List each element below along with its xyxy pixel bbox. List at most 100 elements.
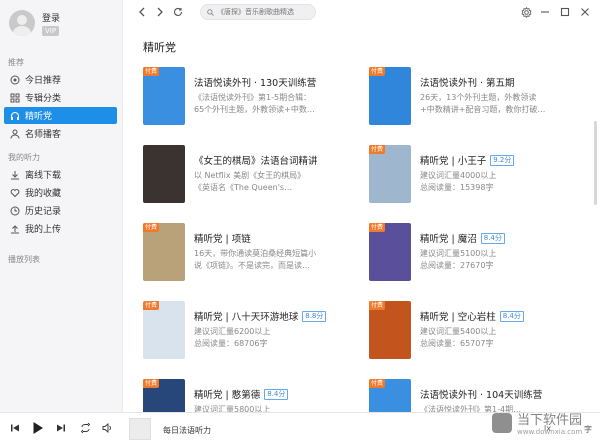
album-cover[interactable]: 付费 (143, 379, 185, 412)
sidebar-item-download[interactable]: 离线下载 (4, 166, 117, 183)
section-my-listening: 我的听力 (8, 153, 40, 162)
album-cover[interactable]: 付费 (369, 67, 411, 125)
refresh-icon (174, 7, 183, 16)
sidebar-item-categories[interactable]: 专辑分类 (4, 89, 117, 106)
prev-button[interactable] (10, 423, 20, 433)
sidebar-item-label: 离线下载 (25, 171, 62, 181)
album-cover[interactable]: 付费 (369, 145, 411, 203)
album-card[interactable]: 付费 精听党 | 空心岩柱 8.4分 建议词汇量5400以上 总阅读量：65707字 (369, 301, 589, 363)
album-description: 以 Netflix 美剧《女王的棋局》 《英语名《The Queen's… (194, 171, 306, 192)
album-title-row[interactable]: 法语悦读外刊 · 第五期 (420, 75, 515, 89)
album-description: 26天，13个外刊主题，外教领读 +中数精讲+配音习题，教你打破… (420, 93, 546, 114)
play-icon (33, 422, 43, 434)
album-title[interactable]: 精听党 | 八十天环游地球 (194, 309, 298, 323)
album-title[interactable]: 精听党 | 憨第德 (194, 387, 260, 401)
loop-icon (80, 423, 91, 433)
avatar[interactable] (9, 10, 35, 36)
paid-tag: 付费 (143, 301, 160, 310)
search-box[interactable] (200, 4, 316, 20)
sidebar-item-label: 历史记录 (25, 207, 62, 217)
album-title[interactable]: 《女王的棋局》法语台词精讲 (194, 153, 318, 167)
upload-icon (9, 223, 20, 234)
login-label[interactable]: 登录 (42, 11, 60, 24)
album-cover[interactable]: 付费 (143, 223, 185, 281)
forward-button[interactable] (153, 5, 167, 19)
watermark-logo (492, 412, 512, 433)
album-cover[interactable]: 付费 (369, 379, 411, 412)
volume-icon (102, 423, 111, 433)
album-title[interactable]: 精听党 | 魔沼 (420, 231, 477, 245)
album-cover[interactable]: 付费 (143, 67, 185, 125)
download-icon (9, 169, 20, 180)
scrollbar[interactable] (594, 121, 597, 205)
sidebar-item-label: 名师播客 (25, 130, 62, 140)
album-card[interactable]: 付费精听党 | 憨第德 8.4分建议词汇量5800以上 总阅读量 (143, 379, 363, 412)
album-title-row[interactable]: 精听党 | 八十天环游地球 8.8分 (194, 309, 327, 323)
sidebar-item-jingtingdang[interactable]: 精听党 (4, 107, 117, 124)
album-title-row[interactable]: 法语悦读外刊 · 130天训练营 (194, 75, 316, 89)
sidebar-item-history[interactable]: 历史记录 (4, 202, 117, 219)
album-title[interactable]: 法语悦读外刊 · 第五期 (420, 75, 515, 89)
sidebar-item-label: 今日推荐 (25, 76, 62, 86)
search-icon (207, 8, 214, 16)
album-card[interactable]: 付费 精听党 | 八十天环游地球 8.8分 建议词汇量6200以上 总阅读量：6870… (143, 301, 363, 363)
sidebar-item-today[interactable]: 今日推荐 (4, 71, 117, 88)
album-cover[interactable]: 付费 (369, 223, 411, 281)
loop-button[interactable] (80, 423, 91, 433)
album-title-row[interactable]: 精听党 | 小王子 9.2分 (420, 153, 515, 167)
minimize-button[interactable] (538, 5, 552, 19)
main-content: 精听党 付费 法语悦读外刊 · 130天训练营 《法语悦读外刊》第1-5期合辑： 6… (123, 26, 600, 412)
album-title-row[interactable]: 法语悦读外刊 · 104天训练营 (420, 387, 542, 401)
album-title[interactable]: 法语悦读外刊 · 130天训练营 (194, 75, 316, 89)
rating-badge: 8.8分 (302, 310, 327, 322)
paid-tag: 付费 (369, 223, 386, 232)
album-title-row[interactable]: 精听党 | 空心岩柱 8.4分 (420, 309, 524, 323)
maximize-icon (560, 7, 570, 17)
album-title-row[interactable]: 精听党 | 憨第德 8.4分 (194, 387, 289, 401)
now-playing-cover[interactable] (129, 418, 151, 440)
sidebar-item-favorites[interactable]: 我的收藏 (4, 184, 117, 201)
album-card[interactable]: 付费 精听党 | 小王子 9.2分建议词汇量4000以上 总阅读量：15398字 (369, 145, 589, 207)
close-button[interactable] (578, 5, 592, 19)
album-title[interactable]: 精听党 | 小王子 (420, 153, 486, 167)
section-playlist: 播放列表 (8, 255, 40, 264)
album-cover[interactable]: 付费 (143, 301, 185, 359)
chevron-left-icon (139, 7, 145, 17)
album-card[interactable]: 付费 法语悦读外刊 · 第五期 26天，13个外刊主题，外教领读 +中数精讲+配音习… (369, 67, 589, 129)
play-button[interactable] (32, 421, 44, 435)
user-login[interactable]: 登录 VIP (9, 10, 60, 36)
sidebar-item-label: 我的收藏 (25, 189, 62, 199)
grid-icon (9, 92, 20, 103)
album-cover[interactable] (143, 145, 185, 203)
now-playing-title[interactable]: 每日法语听力 (163, 425, 211, 436)
chevron-right-icon (157, 7, 163, 17)
album-title[interactable]: 精听党 | 空心岩柱 (420, 309, 496, 323)
album-card[interactable]: 付费 精听党 | 魔沼 8.4分 建议词汇量5100以上 总阅读量：27670字 (369, 223, 589, 285)
search-input[interactable] (217, 8, 313, 16)
settings-button[interactable] (519, 5, 533, 19)
sidebar-item-podcast[interactable]: 名师播客 (4, 125, 117, 142)
watermark-title: 当下软件园 (517, 413, 583, 428)
volume-button[interactable] (102, 423, 113, 433)
album-title-row[interactable]: 精听党 | 项链 (194, 231, 251, 245)
skip-forward-icon (57, 424, 65, 432)
rating-badge: 9.2分 (490, 154, 515, 166)
album-title-row[interactable]: 精听党 | 魔沼 8.4分 (420, 231, 505, 245)
maximize-button[interactable] (558, 5, 572, 19)
refresh-button[interactable] (171, 5, 185, 19)
album-title[interactable]: 精听党 | 项链 (194, 231, 251, 245)
album-card[interactable]: 《女王的棋局》法语台词精讲以 Netflix 美剧《女王的棋局》 《英语名《Th… (143, 145, 363, 207)
back-button[interactable] (135, 5, 149, 19)
album-title[interactable]: 法语悦读外刊 · 104天训练营 (420, 387, 542, 401)
paid-tag: 付费 (143, 67, 160, 76)
album-card[interactable]: 付费 精听党 | 项链 16天，带你通读莫泊桑经典短篇小 说《项链》。不是读完，而是… (143, 223, 363, 285)
album-description: 建议词汇量4000以上 总阅读量：15398字 (420, 171, 497, 192)
album-cover[interactable]: 付费 (369, 301, 411, 359)
album-description: 建议词汇量5800以上 总阅读量 (194, 405, 271, 412)
sidebar-item-uploads[interactable]: 我的上传 (4, 220, 117, 237)
album-card[interactable]: 付费 法语悦读外刊 · 130天训练营 《法语悦读外刊》第1-5期合辑： 65个外刊… (143, 67, 363, 129)
paid-tag: 付费 (369, 379, 386, 388)
album-title-row[interactable]: 《女王的棋局》法语台词精讲 (194, 153, 318, 167)
paid-tag: 付费 (143, 223, 160, 232)
next-button[interactable] (56, 423, 66, 433)
